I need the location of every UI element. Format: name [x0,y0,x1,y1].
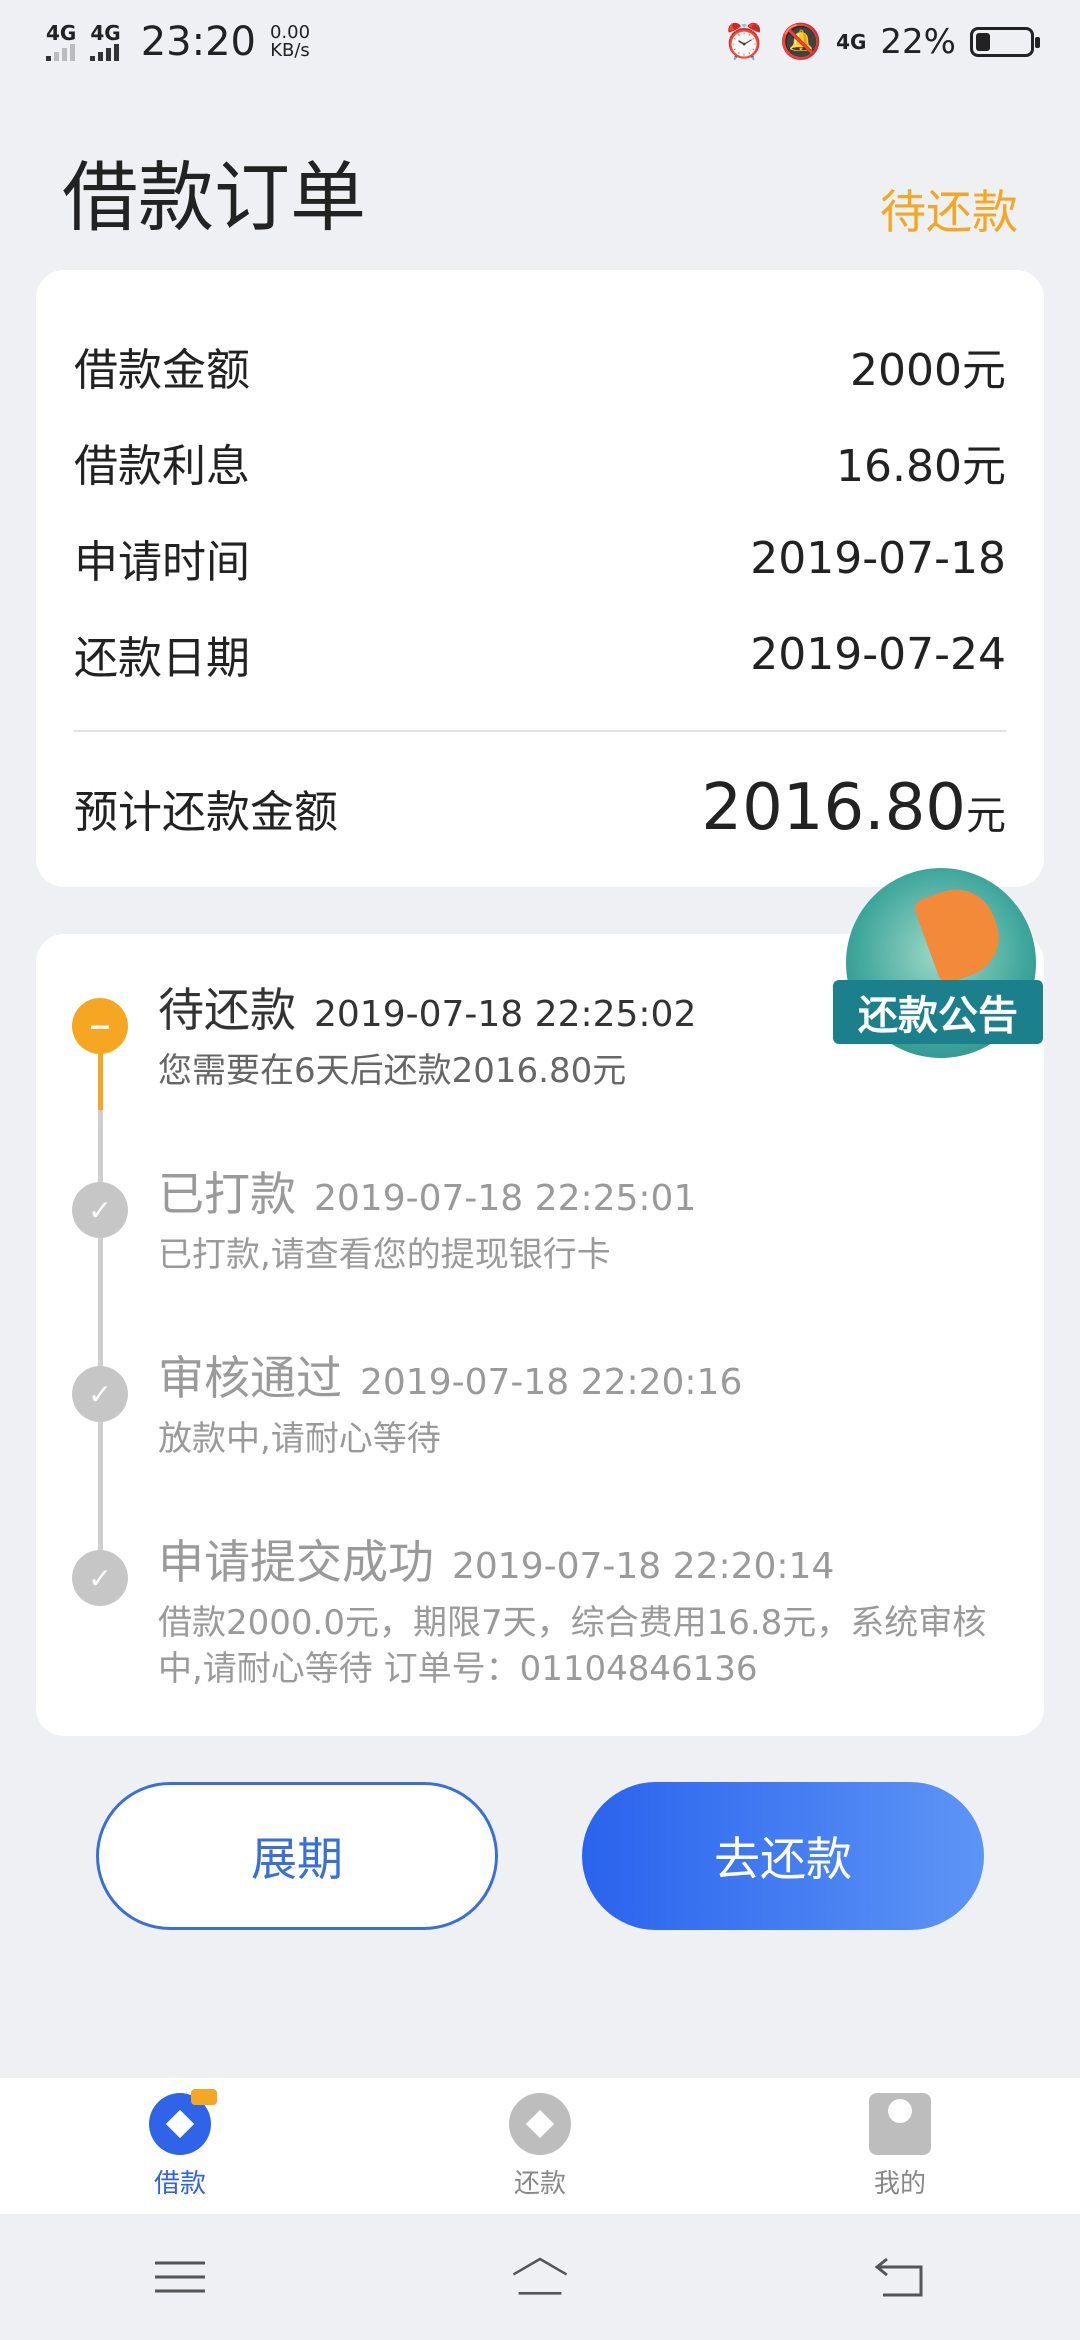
total-value: 2016.80 [701,771,966,845]
summary-label: 借款金额 [74,345,250,396]
total-label: 预计还款金额 [74,787,338,838]
repay-button[interactable]: 去还款 [582,1782,984,1930]
timeline-desc: 借款2000.0元，期限7天，综合费用16.8元，系统审核中,请耐心等待 订单号… [158,1603,987,1689]
tab-label: 还款 [513,2168,566,2199]
alarm-icon: ⏰ [723,22,766,62]
divider [74,730,1006,732]
total-amount: 2016.80元 [701,771,1006,845]
summary-row: 还款日期 2019-07-24 [74,624,1006,685]
timeline-desc: 放款中,请耐心等待 [158,1419,441,1459]
speed-unit: KB/s [270,40,310,61]
extend-button[interactable]: 展期 [96,1782,498,1930]
menu-icon[interactable] [150,2252,210,2302]
order-status-label: 待还款 [880,185,1018,239]
summary-row: 借款金额 2000元 [74,336,1006,396]
total-row: 预计还款金额 2016.80元 [74,768,1006,848]
summary-label: 申请时间 [74,537,250,588]
timeline-title: 审核通过 [158,1351,342,1405]
pending-icon: − [72,998,128,1054]
status-bar: 4G 4G 23:20 0.00 KB/s ⏰ 🔕 4G 22% [0,0,1080,84]
back-icon[interactable] [870,2252,930,2302]
timeline-time: 2019-07-18 22:25:01 [314,1178,697,1219]
summary-value: 2019-07-24 [750,628,1006,680]
timeline-time: 2019-07-18 22:25:02 [314,994,697,1035]
check-icon: ✓ [72,1550,128,1606]
network-type-label: 4G [46,21,77,45]
tab-repay[interactable]: 还款 [440,2092,640,2200]
signal-bars-icon [46,43,75,61]
status-bar-left: 4G 4G 23:20 0.00 KB/s [46,19,310,65]
timeline-time: 2019-07-18 22:20:16 [360,1362,743,1403]
timeline-item: 已打款 2019-07-18 22:25:01 已打款,请查看您的提现银行卡 [158,1158,1004,1278]
clock: 23:20 [140,19,256,65]
system-nav-bar [0,2214,1080,2340]
status-bar-right: ⏰ 🔕 4G 22% [723,22,1040,62]
profile-icon [869,2092,931,2155]
loan-icon [149,2088,217,2155]
network-4g-indicator: 4G [836,30,867,54]
network-type-label: 4G [90,21,121,45]
total-unit: 元 [966,793,1006,839]
signal-indicator-2: 4G [90,21,121,61]
timeline-title: 申请提交成功 [158,1535,434,1589]
summary-row: 借款利息 16.80元 [74,432,1006,492]
home-icon[interactable] [510,2252,570,2302]
signal-indicator-1: 4G [46,23,76,61]
battery-icon [970,27,1040,57]
battery-percent: 22% [880,22,956,62]
timeline-time: 2019-07-18 22:20:14 [452,1546,835,1587]
notice-badge-label: 还款公告 [833,980,1043,1044]
tab-profile[interactable]: 我的 [800,2092,1000,2200]
check-icon: ✓ [72,1366,128,1422]
summary-value: 16.80元 [836,441,1006,492]
tab-label: 我的 [873,2168,926,2199]
timeline-title: 待还款 [158,983,296,1037]
tab-label: 借款 [153,2168,206,2199]
summary-value: 2000元 [850,345,1006,396]
timeline-title: 已打款 [158,1167,296,1221]
timeline-item: 申请提交成功 2019-07-18 22:20:14 借款2000.0元，期限7… [158,1526,1004,1692]
signal-bars-icon [90,43,120,61]
loan-summary-card: 借款金额 2000元 借款利息 16.80元 申请时间 2019-07-18 还… [36,270,1044,887]
mute-icon: 🔕 [779,22,823,62]
network-speed: 0.00 KB/s [270,24,310,60]
bottom-tab-bar: 借款 还款 我的 [0,2078,1080,2214]
repay-icon [509,2092,571,2155]
timeline-desc: 已打款,请查看您的提现银行卡 [158,1235,611,1275]
timeline-connector [98,1110,103,1580]
check-icon: ✓ [72,1182,128,1238]
tab-loan[interactable]: 借款 [80,2088,280,2200]
summary-row: 申请时间 2019-07-18 [74,528,1006,589]
page-title: 借款订单 [62,153,366,242]
summary-label: 还款日期 [74,633,250,684]
summary-label: 借款利息 [74,441,250,492]
timeline-item: 审核通过 2019-07-18 22:20:16 放款中,请耐心等待 [158,1342,1004,1462]
summary-value: 2019-07-18 [750,532,1006,584]
repayment-notice-badge[interactable]: 还款公告 [833,868,1043,1064]
